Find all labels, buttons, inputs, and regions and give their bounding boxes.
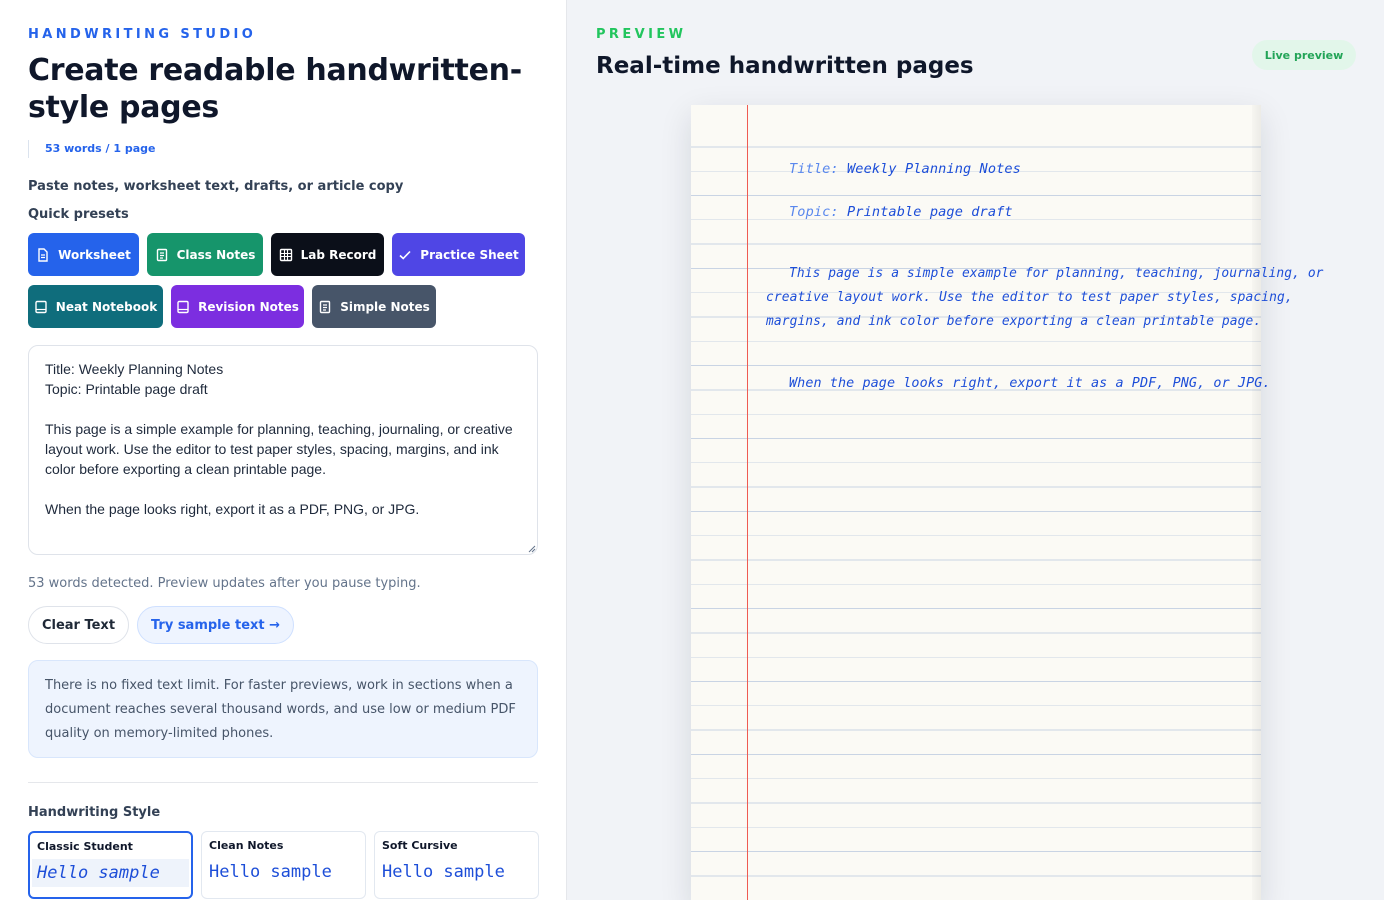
- preset-label: Class Notes: [176, 247, 256, 262]
- presets-label: Quick presets: [28, 207, 129, 222]
- preset-label: Practice Sheet: [420, 247, 519, 262]
- preset-neat-notebook-button[interactable]: Neat Notebook: [28, 285, 163, 328]
- resize-handle-icon[interactable]: [528, 545, 536, 553]
- preview-eyebrow: PREVIEW: [596, 27, 687, 42]
- style-name: Classic Student: [37, 840, 133, 853]
- book-icon: [35, 300, 47, 313]
- brand-eyebrow: HANDWRITING STUDIO: [28, 27, 257, 42]
- notes-icon: [156, 248, 167, 261]
- preview-paper[interactable]: Title: Weekly Planning Notes Topic: Prin…: [691, 105, 1323, 900]
- line-prefix: Topic:: [789, 204, 847, 220]
- style-card-clean-notes[interactable]: Clean Notes Hello sample: [201, 831, 366, 899]
- preset-class-notes-button[interactable]: Class Notes: [147, 233, 263, 276]
- live-preview-badge: Live preview: [1252, 40, 1356, 70]
- handwriting-style-label: Handwriting Style: [28, 805, 161, 820]
- preset-worksheet-button[interactable]: Worksheet: [28, 233, 139, 276]
- page-title: Create readable handwritten-style pages: [28, 53, 522, 125]
- book-icon: [177, 300, 189, 313]
- line-prefix: Title:: [789, 161, 847, 177]
- style-sample: Hello sample: [32, 859, 189, 887]
- preset-label: Worksheet: [58, 247, 131, 262]
- style-sample: Hello sample: [382, 862, 505, 882]
- style-name: Soft Cursive: [382, 839, 458, 852]
- preset-label: Revision Notes: [198, 299, 299, 314]
- preset-revision-notes-button[interactable]: Revision Notes: [171, 285, 304, 328]
- editor-panel: HANDWRITING STUDIO Create readable handw…: [0, 0, 567, 900]
- style-card-soft-cursive[interactable]: Soft Cursive Hello sample: [374, 831, 539, 899]
- document-icon: [38, 247, 48, 262]
- info-box: There is no fixed text limit. For faster…: [28, 660, 538, 758]
- preset-lab-record-button[interactable]: Lab Record: [271, 233, 384, 276]
- preset-label: Neat Notebook: [55, 299, 158, 314]
- handwritten-line: When the page looks right, export it as …: [789, 376, 1271, 391]
- notes-textarea[interactable]: Title: Weekly Planning Notes Topic: Prin…: [28, 345, 538, 555]
- notes-icon: [320, 300, 331, 313]
- word-count-hint: 53 words detected. Preview updates after…: [28, 576, 421, 591]
- input-label: Paste notes, worksheet text, drafts, or …: [28, 179, 404, 194]
- handwritten-line: margins, and ink color before exporting …: [766, 314, 1262, 329]
- preset-label: Lab Record: [300, 247, 377, 262]
- style-card-classic-student[interactable]: Classic Student Hello sample: [28, 831, 193, 899]
- style-sample: Hello sample: [209, 862, 332, 882]
- handwritten-line: This page is a simple example for planni…: [789, 266, 1324, 281]
- clear-text-button[interactable]: Clear Text: [28, 606, 129, 644]
- handwritten-line: Topic: Printable page draft: [789, 204, 1013, 220]
- preset-label: Simple Notes: [340, 299, 430, 314]
- try-sample-button[interactable]: Try sample text →: [137, 606, 294, 644]
- line-text: Printable page draft: [847, 204, 1013, 220]
- section-divider: [28, 782, 538, 783]
- check-icon: [399, 250, 411, 260]
- preset-practice-sheet-button[interactable]: Practice Sheet: [392, 233, 525, 276]
- word-page-count: 53 words / 1 page: [28, 140, 156, 158]
- preview-panel: PREVIEW Real-time handwritten pages Live…: [567, 0, 1384, 900]
- paper-margin-line: [747, 105, 749, 900]
- style-name: Clean Notes: [209, 839, 284, 852]
- line-text: Weekly Planning Notes: [847, 161, 1021, 177]
- grid-icon: [279, 248, 292, 261]
- paper-edge: [1252, 105, 1261, 900]
- preset-simple-notes-button[interactable]: Simple Notes: [312, 285, 436, 328]
- preview-title: Real-time handwritten pages: [596, 53, 974, 79]
- handwritten-line: creative layout work. Use the editor to …: [766, 290, 1293, 305]
- handwritten-line: Title: Weekly Planning Notes: [789, 161, 1021, 177]
